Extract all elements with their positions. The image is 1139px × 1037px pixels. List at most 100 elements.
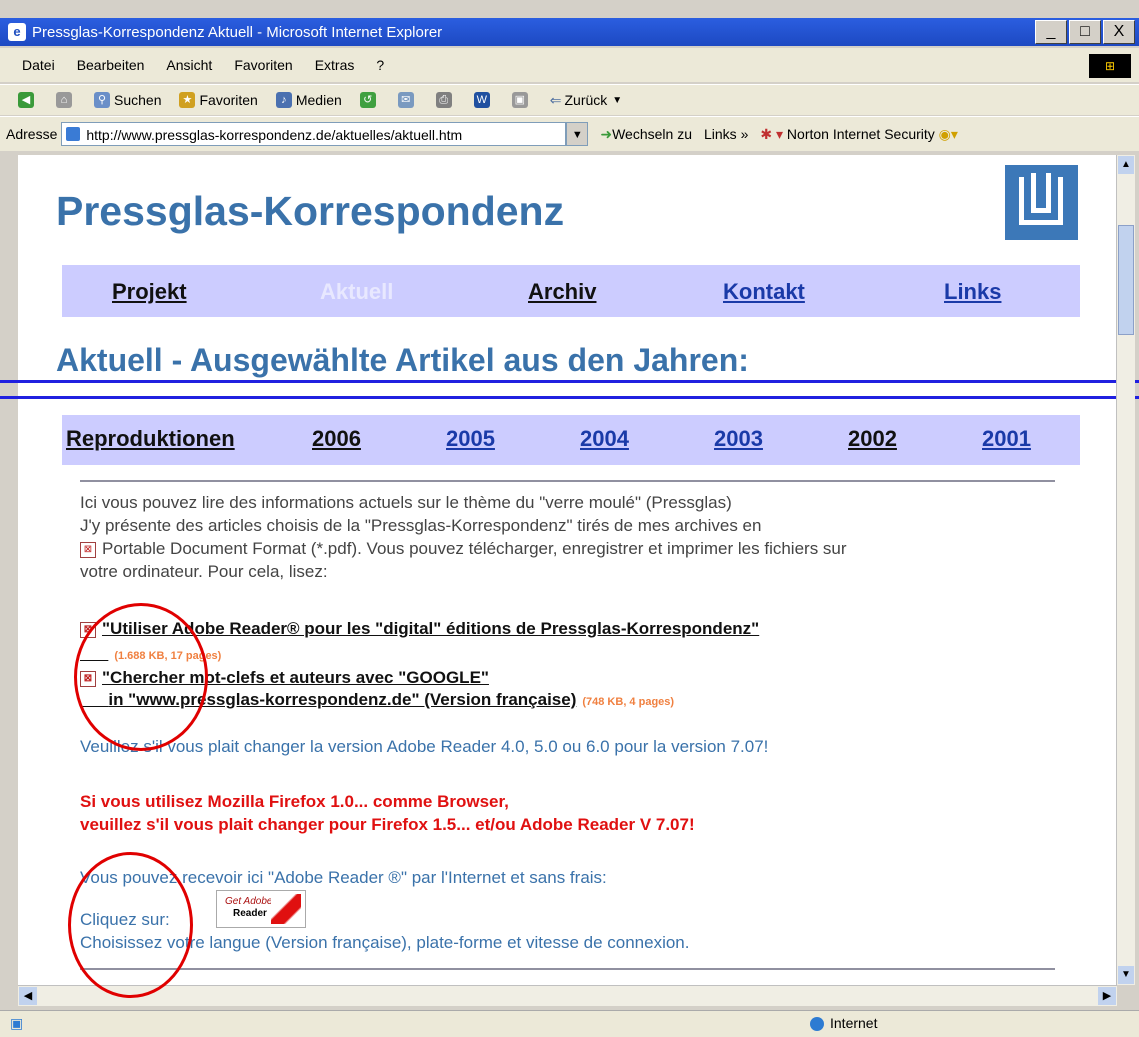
menu-favoriten[interactable]: Favoriten bbox=[234, 57, 292, 73]
window-title: Pressglas-Korrespondenz Aktuell - Micros… bbox=[32, 23, 443, 41]
year-2003[interactable]: 2003 bbox=[714, 426, 763, 452]
intro-text: Ici vous pouvez lire des informations ac… bbox=[80, 491, 847, 583]
history-icon: ↺ bbox=[359, 92, 376, 108]
back-arrow-small-icon: ⇐ bbox=[549, 91, 562, 108]
back-label: Zurück bbox=[564, 92, 608, 108]
nav-projekt[interactable]: Projekt bbox=[112, 279, 187, 305]
scroll-thumb[interactable] bbox=[1118, 225, 1134, 335]
year-reproduktionen[interactable]: Reproduktionen bbox=[66, 426, 235, 452]
go-arrow-icon: ➜ bbox=[600, 125, 613, 142]
links-button[interactable]: Links » bbox=[704, 126, 748, 142]
year-2004[interactable]: 2004 bbox=[580, 426, 629, 452]
browser-window: e Pressglas-Korrespondenz Aktuell - Micr… bbox=[0, 0, 1139, 1037]
menu-bearbeiten[interactable]: Bearbeiten bbox=[77, 57, 145, 73]
go-button[interactable]: ➜Wechseln zu bbox=[600, 126, 692, 143]
menu-extras[interactable]: Extras bbox=[315, 57, 355, 73]
word-icon: W bbox=[473, 92, 490, 108]
firefox-line-1: Si vous utilisez Mozilla Firefox 1.0... … bbox=[80, 792, 509, 811]
menu-datei[interactable]: Datei bbox=[22, 57, 55, 73]
norton-icon: ✱ ▾ bbox=[760, 125, 784, 142]
firefox-line-2: veuillez s'il vous plait changer pour Fi… bbox=[80, 815, 695, 834]
title-bar: e Pressglas-Korrespondenz Aktuell - Micr… bbox=[0, 18, 1139, 46]
intro-line-2: J'y présente des articles choisis de la … bbox=[80, 516, 762, 535]
url-input[interactable]: http://www.pressglas-korrespondenz.de/ak… bbox=[61, 122, 567, 146]
scroll-up-button[interactable]: ▲ bbox=[1118, 156, 1134, 174]
vertical-scrollbar[interactable]: ▲ ▼ bbox=[1116, 155, 1135, 985]
media-button[interactable]: ♪ Medien bbox=[275, 92, 342, 108]
address-label: Adresse bbox=[6, 126, 58, 142]
year-2002[interactable]: 2002 bbox=[848, 426, 897, 452]
year-2006[interactable]: 2006 bbox=[312, 426, 361, 452]
intro-line-4: votre ordinateur. Pour cela, lisez: bbox=[80, 562, 328, 581]
nav-kontakt[interactable]: Kontakt bbox=[723, 279, 805, 305]
divider-line bbox=[0, 396, 1139, 399]
media-icon: ♪ bbox=[275, 92, 292, 108]
get-adobe-reader-button[interactable]: Get Adobe Reader bbox=[216, 890, 306, 928]
nav-archiv[interactable]: Archiv bbox=[528, 279, 596, 305]
back-text-button[interactable]: ⇐ Zurück ▼ bbox=[550, 92, 622, 109]
menu-help[interactable]: ? bbox=[376, 57, 384, 73]
search-button[interactable]: ⚲ Suchen bbox=[94, 92, 161, 108]
home-icon: ⌂ bbox=[56, 92, 72, 108]
page-heading: Aktuell - Ausgewählte Artikel aus den Ja… bbox=[56, 342, 749, 378]
content-rule bbox=[80, 480, 1055, 482]
intro-line-3: Portable Document Format (*.pdf). Vous p… bbox=[102, 539, 847, 558]
links-label: Links bbox=[704, 126, 737, 142]
pdf-icon: ⊠ bbox=[80, 541, 96, 558]
norton-button[interactable]: ✱ ▾ Norton Internet Security ◉▾ bbox=[760, 126, 958, 143]
back-nav-button[interactable]: ◀ bbox=[18, 92, 38, 108]
doc2-size: (748 KB, 4 pages) bbox=[582, 696, 675, 708]
nav-links[interactable]: Links bbox=[944, 279, 1001, 305]
discuss-button[interactable]: ▣ bbox=[511, 92, 532, 108]
word-button[interactable]: W bbox=[473, 92, 494, 108]
year-nav: Reproduktionen 2006 2005 2004 2003 2002 … bbox=[62, 415, 1080, 465]
mail-icon: ✉ bbox=[397, 92, 414, 108]
search-icon: ⚲ bbox=[94, 92, 110, 108]
scroll-down-button[interactable]: ▼ bbox=[1118, 966, 1134, 984]
url-dropdown-button[interactable]: ▼ bbox=[566, 122, 589, 146]
status-page-icon: ▣ bbox=[10, 1015, 24, 1031]
norton-label: Norton Internet Security bbox=[786, 125, 935, 142]
divider-line bbox=[0, 380, 1139, 383]
history-button[interactable]: ↺ bbox=[359, 92, 380, 108]
mail-button[interactable]: ✉ bbox=[397, 92, 418, 108]
discuss-icon: ▣ bbox=[511, 92, 528, 108]
badge-line-1: Get Adobe bbox=[225, 896, 273, 907]
go-label: Wechseln zu bbox=[612, 125, 692, 142]
favorites-label: Favoriten bbox=[199, 92, 258, 108]
menu-ansicht[interactable]: Ansicht bbox=[166, 57, 212, 73]
scroll-right-button[interactable]: ▶ bbox=[1098, 987, 1116, 1005]
home-button[interactable]: ⌂ bbox=[56, 92, 76, 108]
year-2005[interactable]: 2005 bbox=[446, 426, 495, 452]
nav-aktuell[interactable]: Aktuell bbox=[320, 279, 393, 305]
intro-line-1: Ici vous pouvez lire des informations ac… bbox=[80, 493, 732, 512]
maximize-button[interactable]: □ bbox=[1069, 20, 1101, 44]
site-logo bbox=[1005, 165, 1078, 240]
security-zone: Internet bbox=[810, 1015, 877, 1032]
window-controls: _ □ X bbox=[1033, 20, 1135, 44]
badge-line-2: Reader bbox=[233, 908, 267, 919]
adobe-logo-icon bbox=[271, 894, 301, 924]
site-title: Pressglas-Korrespondenz bbox=[56, 188, 565, 234]
content-rule-bottom bbox=[80, 968, 1055, 970]
annotation-circle bbox=[74, 603, 208, 751]
search-label: Suchen bbox=[114, 92, 162, 108]
intro-line-3-wrap: ⊠ Portable Document Format (*.pdf). Vous … bbox=[80, 537, 847, 560]
norton-shield-icon: ◉▾ bbox=[938, 125, 958, 142]
minimize-button[interactable]: _ bbox=[1035, 20, 1067, 44]
status-bar: ▣ Internet bbox=[0, 1010, 1139, 1037]
scroll-left-button[interactable]: ◀ bbox=[19, 987, 37, 1005]
print-button[interactable]: ⎙ bbox=[435, 92, 456, 108]
year-2001[interactable]: 2001 bbox=[982, 426, 1031, 452]
globe-icon bbox=[810, 1017, 824, 1032]
main-nav: Projekt Aktuell Archiv Kontakt Links bbox=[62, 265, 1080, 317]
url-text: http://www.pressglas-korrespondenz.de/ak… bbox=[86, 127, 463, 143]
print-icon: ⎙ bbox=[435, 92, 452, 108]
horizontal-scrollbar[interactable]: ◀ ▶ bbox=[18, 985, 1117, 1006]
close-button[interactable]: X bbox=[1103, 20, 1135, 44]
toolbar: ◀ ⌂ ⚲ Suchen ★ Favoriten ♪ Medien ↺ ✉ ⎙ W ▣… bbox=[0, 84, 1139, 115]
favorites-button[interactable]: ★ Favoriten bbox=[179, 92, 258, 108]
menu-bar: Datei Bearbeiten Ansicht Favoriten Extra… bbox=[0, 48, 1139, 82]
version-note: Veuillez s'il vous plait changer la vers… bbox=[80, 737, 769, 756]
ie-logo-icon: e bbox=[8, 23, 26, 41]
